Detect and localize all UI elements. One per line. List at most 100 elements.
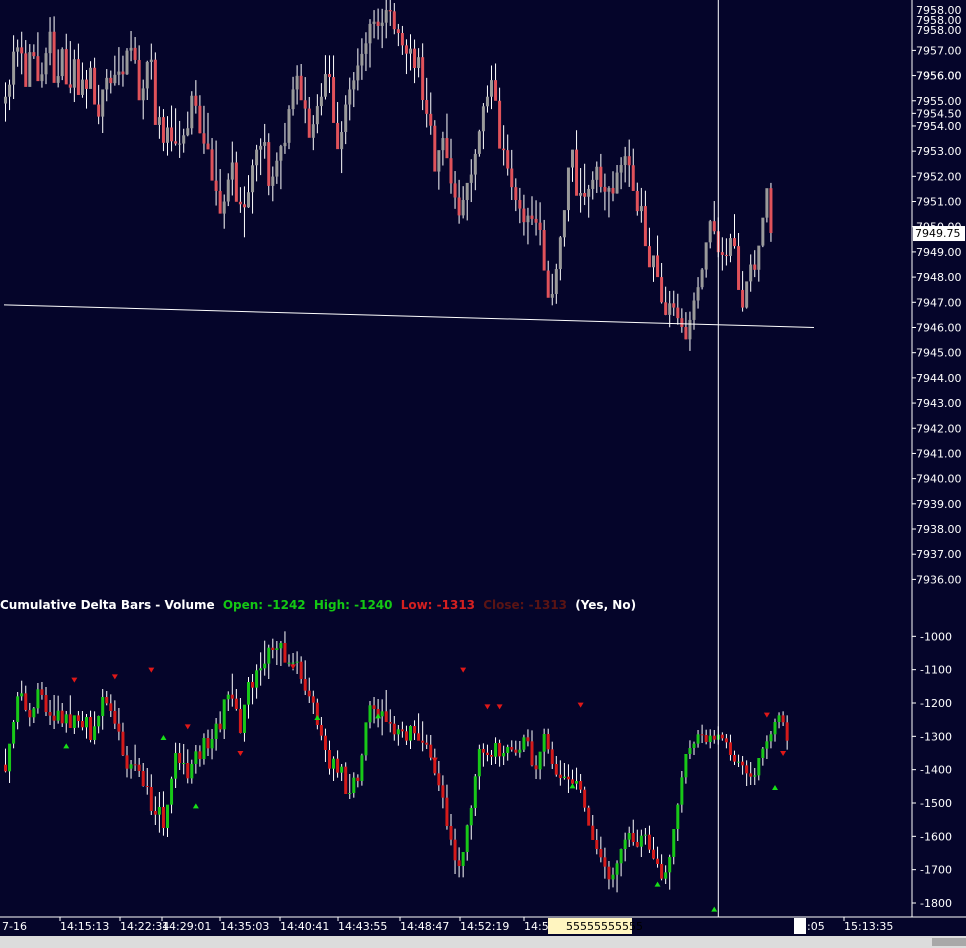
delta-candle — [498, 739, 502, 767]
price-candle-body — [323, 74, 327, 97]
up-arrow-marker — [63, 743, 70, 749]
delta-candle — [494, 737, 498, 764]
price-axis[interactable]: 7957.00 7956.00 7955.007954.507954.00 7953.… — [912, 4, 965, 586]
price-candle — [210, 138, 214, 181]
delta-candle — [364, 722, 368, 761]
price-candle-body — [182, 135, 186, 144]
delta-candle — [413, 720, 417, 740]
price-candle-body — [571, 149, 574, 168]
delta-candle — [255, 664, 259, 699]
delta-candle — [336, 750, 340, 778]
delta-candle — [502, 745, 506, 765]
price-axis-label: 7944.00 — [916, 372, 962, 385]
chart-stage[interactable]: 7957.00 7956.00 7955.00 7954.50 7954.00 7953.… — [0, 0, 966, 948]
delta-candle-body — [222, 699, 226, 730]
delta-candle — [28, 703, 32, 727]
price-candle — [728, 233, 732, 263]
price-candle-body — [72, 59, 76, 88]
delta-candle-body — [141, 771, 145, 786]
delta-candle — [550, 741, 554, 769]
price-candle-body — [664, 302, 668, 315]
delta-candle — [368, 701, 372, 729]
delta-axis-label: -1500 — [920, 797, 952, 810]
delta-candle-body — [48, 712, 52, 716]
price-candle — [206, 112, 210, 150]
scrollbar-thumb[interactable] — [932, 938, 966, 946]
price-candle — [242, 186, 246, 238]
delta-axis[interactable]: -1000 -1100 -1200 -1300 -1400 -1500 -1600 -1700… — [912, 630, 952, 910]
price-candle — [48, 17, 52, 66]
price-candle-body — [101, 89, 105, 117]
time-axis-label: 14:35:03 — [220, 920, 269, 933]
price-candle — [639, 187, 643, 223]
up-arrow-marker — [569, 783, 576, 789]
price-candle-body — [469, 174, 473, 183]
delta-candle — [259, 652, 263, 686]
price-candle — [68, 41, 72, 94]
price-candle-body — [8, 84, 12, 97]
delta-axis-label: -1700 — [920, 864, 952, 877]
delta-candle-body — [287, 662, 291, 664]
horizontal-scrollbar[interactable] — [0, 936, 966, 948]
price-candle-body — [623, 156, 627, 166]
price-candle-body — [490, 80, 493, 97]
down-arrow-marker — [484, 704, 491, 710]
price-candle — [404, 39, 408, 75]
price-candle-body — [238, 201, 242, 205]
down-arrow-marker — [184, 724, 191, 730]
delta-candle — [109, 694, 113, 717]
delta-candle — [344, 762, 348, 794]
time-axis-label: 14:52:19 — [460, 920, 509, 933]
price-candle-body — [619, 165, 623, 173]
price-candle-body — [461, 200, 465, 216]
price-candle-body — [526, 215, 530, 223]
delta-candle-body — [631, 833, 635, 842]
price-candle — [56, 49, 60, 88]
delta-candle-body — [384, 711, 388, 722]
delta-candle-body — [728, 742, 732, 755]
delta-candle-body — [417, 733, 421, 741]
delta-candle-body — [137, 764, 141, 771]
time-axis[interactable]: 7-16 14:15:13 14:22:3414:29:01 14:35:03 14:4… — [2, 917, 893, 934]
delta-candle — [534, 755, 538, 779]
delta-candle — [230, 673, 234, 707]
delta-candle-body — [611, 874, 615, 880]
price-candle — [449, 138, 453, 194]
price-candle-body — [291, 89, 295, 110]
price-candle-body — [433, 125, 437, 172]
price-candle — [194, 80, 198, 114]
price-candle — [299, 63, 303, 101]
delta-candle — [611, 867, 615, 888]
chart-svg[interactable]: 7957.00 7956.00 7955.007954.507954.00 7953.… — [0, 0, 966, 948]
price-candle — [437, 150, 441, 190]
price-candle — [323, 55, 327, 100]
delta-candle — [271, 638, 275, 659]
delta-candle-body — [332, 758, 336, 769]
price-candle-body — [259, 145, 263, 150]
price-axis-label: 7953.00 — [916, 145, 962, 158]
price-candle-body — [502, 148, 506, 151]
delta-candle-body — [226, 694, 230, 700]
price-candle — [477, 129, 481, 157]
price-candle — [761, 217, 765, 248]
price-candle — [275, 152, 279, 184]
delta-candle — [182, 744, 186, 775]
price-candle — [319, 83, 323, 116]
up-arrow-marker — [314, 715, 321, 720]
price-axis-label: 7941.00 — [916, 447, 962, 460]
delta-candle — [4, 748, 7, 773]
price-candle-body — [149, 59, 153, 62]
delta-candle-body — [490, 755, 493, 757]
price-candle-body — [530, 215, 534, 219]
price-axis-label: 7946.00 — [916, 321, 962, 334]
delta-candle — [101, 689, 105, 730]
delta-candle — [242, 704, 246, 742]
price-candle-body — [396, 29, 400, 34]
price-candle-body — [514, 187, 518, 201]
price-candle-body — [542, 229, 546, 271]
price-candle-body — [465, 182, 469, 201]
price-candle — [137, 45, 141, 101]
delta-candle-body — [194, 751, 198, 764]
delta-candle — [206, 729, 210, 756]
price-candle — [473, 149, 477, 191]
